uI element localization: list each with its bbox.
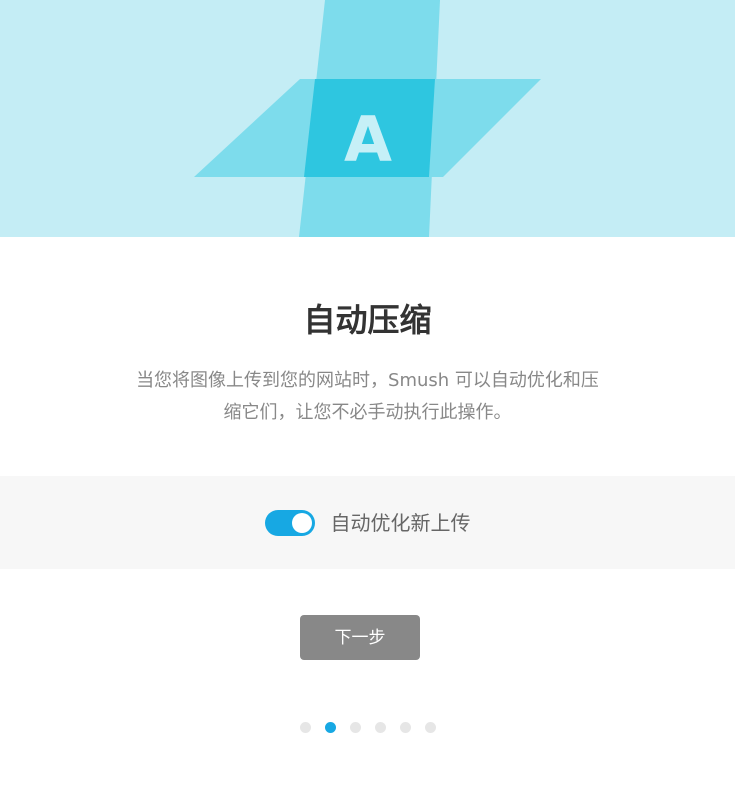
auto-optimize-toggle[interactable]	[264, 509, 315, 536]
next-button[interactable]: 下一步	[300, 615, 420, 660]
auto-optimize-label: 自动优化新上传	[330, 510, 471, 535]
pagination-dots	[0, 721, 735, 733]
pagination-dot-1[interactable]	[299, 721, 311, 733]
hero-letter: A	[344, 103, 392, 176]
toggle-knob	[291, 512, 312, 533]
hero-illustration: A	[0, 0, 735, 237]
pagination-dot-2[interactable]	[324, 721, 336, 733]
pagination-dot-5[interactable]	[399, 721, 411, 733]
pagination-dot-6[interactable]	[424, 721, 436, 733]
modal-description: 当您将图像上传到您的网站时，Smush 可以自动优化和压缩它们，让您不必手动执行…	[136, 370, 599, 423]
auto-compress-icon: A	[0, 0, 735, 237]
auto-optimize-setting-row: 自动优化新上传	[0, 476, 735, 569]
pagination-dot-3[interactable]	[349, 721, 361, 733]
pagination-dot-4[interactable]	[374, 721, 386, 733]
modal-title: 自动压缩	[303, 301, 432, 339]
onboarding-modal: A 自动压缩 当您将图像上传到您的网站时，Smush 可以自动优化和压缩它们，让…	[0, 0, 735, 787]
